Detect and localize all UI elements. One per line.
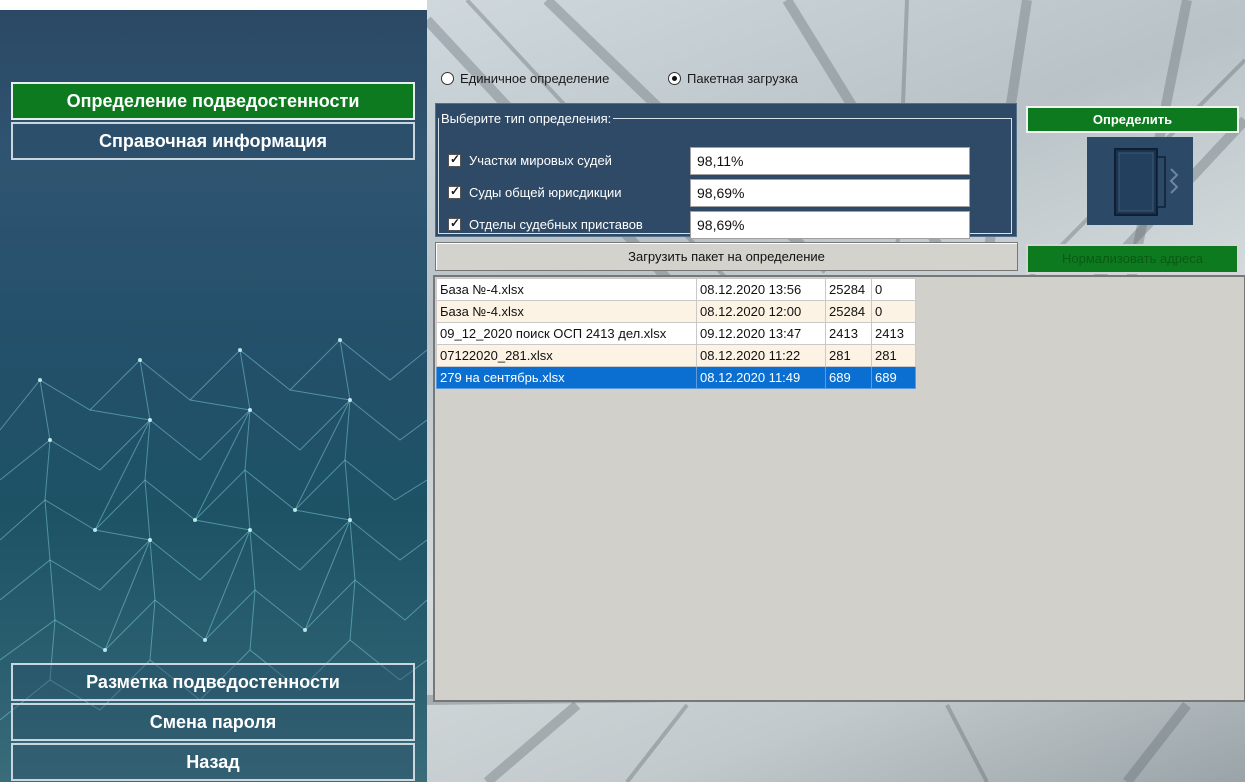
row-general-courts: Суды общей юрисдикции: [448, 179, 1008, 207]
file-name-cell: 279 на сентябрь.xlsx: [436, 366, 697, 389]
total-cell: 25284: [825, 300, 872, 323]
file-name-cell: 09_12_2020 поиск ОСП 2413 дел.xlsx: [436, 322, 697, 345]
total-cell: 2413: [825, 322, 872, 345]
label-general-courts: Суды общей юрисдикции: [469, 185, 622, 200]
found-cell: 281: [871, 344, 916, 367]
total-cell: 25284: [825, 278, 872, 301]
nav-back[interactable]: Назад: [11, 743, 415, 781]
files-table: База №-4.xlsx 08.12.2020 13:56 25284 0 База …: [436, 278, 916, 389]
file-name-cell: База №-4.xlsx: [436, 300, 697, 323]
row-magistrate-sites: Участки мировых судей: [448, 147, 1008, 175]
upload-batch-button[interactable]: Загрузить пакет на определение: [435, 242, 1018, 271]
folder-icon-graphic: [1114, 148, 1179, 216]
left-panel: Определение подведостенности Справочная …: [0, 0, 427, 782]
table-row[interactable]: 279 на сентябрь.xlsx 08.12.2020 11:49 689 6…: [436, 366, 916, 389]
date-cell: 08.12.2020 11:22: [696, 344, 826, 367]
table-row[interactable]: 07122020_281.xlsx 08.12.2020 11:22 281 281: [436, 344, 916, 367]
file-name-cell: База №-4.xlsx: [436, 278, 697, 301]
date-cell: 08.12.2020 12:00: [696, 300, 826, 323]
radio-batch[interactable]: Пакетная загрузка: [668, 70, 798, 86]
found-cell: 689: [871, 366, 916, 389]
table-row[interactable]: База №-4.xlsx 08.12.2020 13:56 25284 0: [436, 278, 916, 301]
nav-reference-info[interactable]: Справочная информация: [11, 122, 415, 160]
value-magistrate-sites[interactable]: [690, 147, 970, 175]
found-cell: 2413: [871, 322, 916, 345]
value-general-courts[interactable]: [690, 179, 970, 207]
radio-batch-label: Пакетная загрузка: [687, 70, 798, 86]
checkbox-general-courts[interactable]: [448, 184, 461, 199]
found-cell: 0: [871, 278, 916, 301]
value-bailiff-departments[interactable]: [690, 211, 970, 239]
total-cell: 689: [825, 366, 872, 389]
checkbox-bailiff-departments[interactable]: [448, 216, 461, 231]
radio-single-indicator[interactable]: [441, 71, 454, 85]
date-cell: 08.12.2020 11:49: [696, 366, 826, 389]
type-selection-panel: Выберите тип определения: Участки мировы…: [435, 103, 1017, 239]
label-magistrate-sites: Участки мировых судей: [469, 153, 612, 168]
table-row[interactable]: База №-4.xlsx 08.12.2020 12:00 25284 0: [436, 300, 916, 323]
table-row[interactable]: 09_12_2020 поиск ОСП 2413 дел.xlsx 09.12.…: [436, 322, 916, 345]
total-cell: 281: [825, 344, 872, 367]
found-cell: 0: [871, 300, 916, 323]
checkbox-magistrate-sites[interactable]: [448, 152, 461, 167]
radio-single-label: Единичное определение: [460, 70, 610, 86]
files-grid[interactable]: База №-4.xlsx 08.12.2020 13:56 25284 0 База …: [433, 275, 1245, 702]
type-selection-legend: Выберите тип определения:: [441, 111, 612, 126]
radio-batch-indicator[interactable]: [668, 71, 681, 85]
label-bailiff-departments: Отделы судебных приставов: [469, 217, 643, 232]
normalize-addresses-button[interactable]: Нормализовать адреса: [1026, 244, 1239, 274]
nav-determination[interactable]: Определение подведостенности: [11, 82, 415, 120]
radio-single[interactable]: Единичное определение: [441, 70, 609, 86]
date-cell: 09.12.2020 13:47: [696, 322, 826, 345]
folder-icon[interactable]: [1087, 137, 1193, 225]
date-cell: 08.12.2020 13:56: [696, 278, 826, 301]
nav-change-password[interactable]: Смена пароля: [11, 703, 415, 741]
file-name-cell: 07122020_281.xlsx: [436, 344, 697, 367]
detect-button[interactable]: Определить: [1026, 106, 1239, 133]
nav-markup[interactable]: Разметка подведостенности: [11, 663, 415, 701]
type-selection-group: Выберите тип определения: Участки мировы…: [438, 111, 1012, 239]
row-bailiff-departments: Отделы судебных приставов: [448, 211, 1008, 239]
main-panel: Единичное определение Пакетная загрузка …: [427, 0, 1245, 782]
